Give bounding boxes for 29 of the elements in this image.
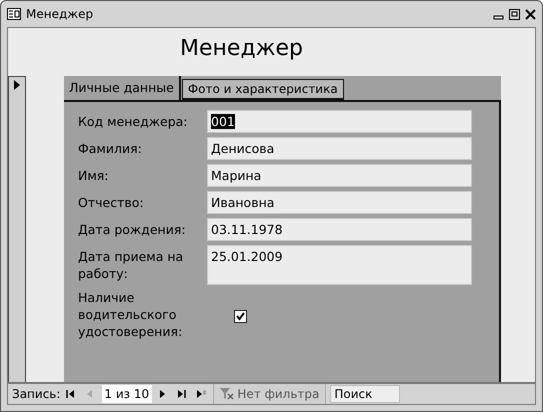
filter-button[interactable]: Нет фильтра: [213, 384, 326, 404]
field-label: Наличие водительского удостоверения:: [78, 289, 184, 340]
field-label: Имя:: [78, 167, 110, 184]
field-label: Отчество:: [78, 194, 145, 211]
search-field[interactable]: Поиск: [330, 385, 400, 403]
input-field[interactable]: 001: [207, 110, 472, 133]
field-label: Фамилия:: [78, 140, 143, 157]
field-label: Дата рождения:: [78, 221, 187, 238]
close-icon[interactable]: [525, 8, 536, 20]
record-label: Запись:: [12, 386, 60, 403]
record-selector[interactable]: [8, 76, 26, 382]
input-field[interactable]: 03.11.1978: [207, 218, 472, 241]
input-field[interactable]: 25.01.2009: [207, 245, 472, 285]
tab[interactable]: Фото и характеристика: [182, 79, 344, 100]
input-field[interactable]: Марина: [207, 164, 472, 187]
input-field[interactable]: Денисова: [207, 137, 472, 160]
form-title: Менеджер: [179, 35, 304, 63]
field-label: Дата приема на работу:: [78, 248, 184, 282]
window-title: Менеджер: [26, 6, 94, 23]
last-record-icon[interactable]: [177, 389, 188, 399]
form-icon: [7, 8, 21, 20]
new-record-icon[interactable]: [196, 389, 208, 399]
checkbox[interactable]: [234, 310, 247, 323]
restore-icon[interactable]: [509, 8, 520, 20]
field-label: Код менеджера:: [78, 113, 189, 130]
input-field[interactable]: Ивановна: [207, 191, 472, 214]
record-position-field[interactable]: 1 из 10: [102, 385, 152, 403]
filter-icon: [220, 388, 234, 400]
current-record-icon: [14, 80, 20, 90]
